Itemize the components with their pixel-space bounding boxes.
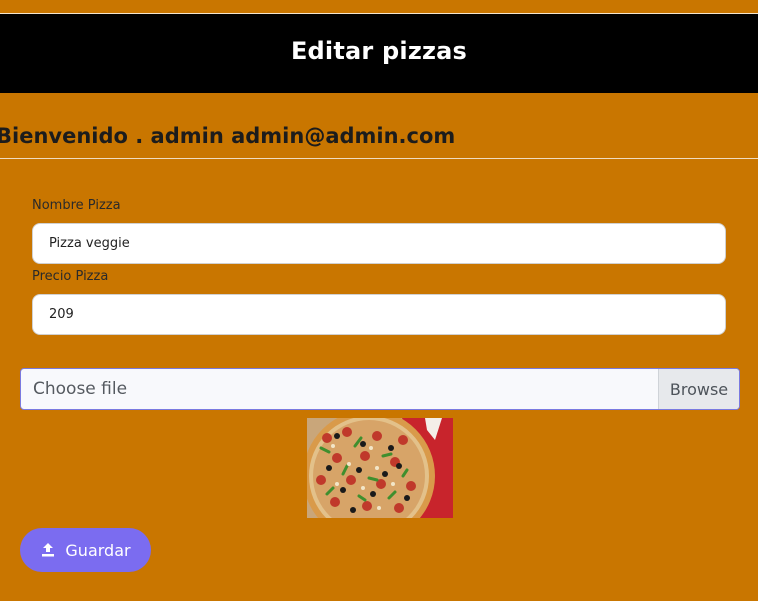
pizza-illustration: [307, 418, 453, 518]
upload-icon: [42, 543, 55, 557]
pizza-price-label: Precio Pizza: [32, 269, 109, 284]
save-button[interactable]: Guardar: [20, 528, 151, 572]
pizza-image: [307, 418, 453, 518]
save-button-label: Guardar: [65, 540, 131, 560]
top-strip: [0, 0, 758, 14]
welcome-message: Bienvenido . admin admin@admin.com: [0, 124, 456, 148]
browse-button[interactable]: Browse: [658, 369, 739, 409]
pizza-price-input[interactable]: [32, 294, 726, 335]
pizza-name-input[interactable]: [32, 223, 726, 264]
page-header: Editar pizzas: [0, 14, 758, 93]
file-placeholder: Choose file: [33, 379, 128, 399]
pizza-name-label: Nombre Pizza: [32, 198, 121, 213]
page-title: Editar pizzas: [290, 36, 468, 65]
divider: [0, 158, 758, 159]
file-picker[interactable]: Choose file Browse: [20, 368, 740, 410]
